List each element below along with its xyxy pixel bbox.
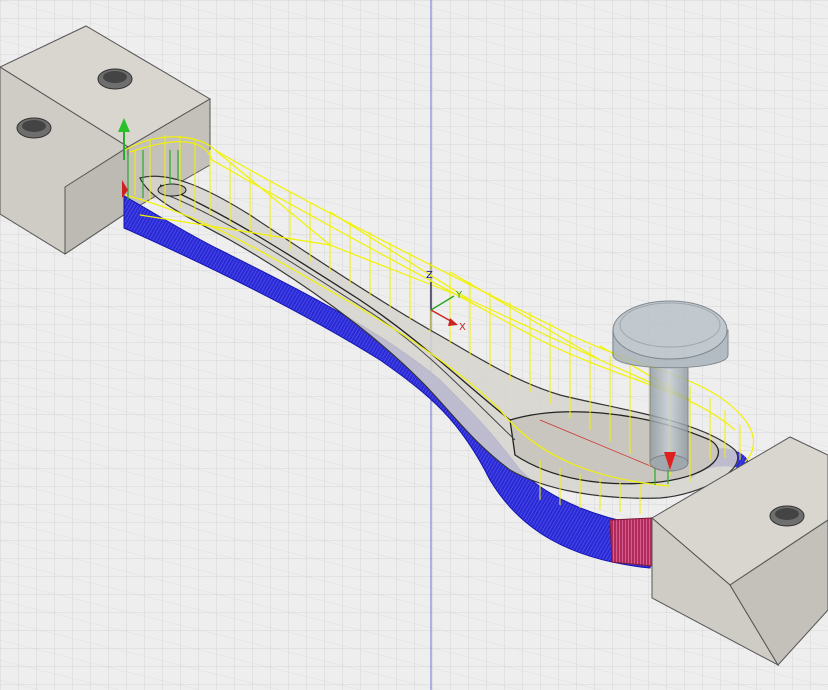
scene-canvas[interactable]: Z Y X xyxy=(0,0,828,690)
x-axis-label: X xyxy=(459,322,466,333)
mounting-hole-icon xyxy=(22,120,46,132)
z-axis-label: Z xyxy=(426,270,433,281)
mounting-hole-icon xyxy=(103,71,127,83)
mounting-hole-icon xyxy=(775,508,799,520)
cam-viewport[interactable]: Z Y X xyxy=(0,0,828,690)
tool-holder-top xyxy=(612,300,728,360)
finish-stripe xyxy=(609,517,653,567)
y-axis-label: Y xyxy=(455,290,463,301)
finish-toolpath[interactable] xyxy=(609,517,653,567)
handle-hole-icon xyxy=(157,183,187,197)
